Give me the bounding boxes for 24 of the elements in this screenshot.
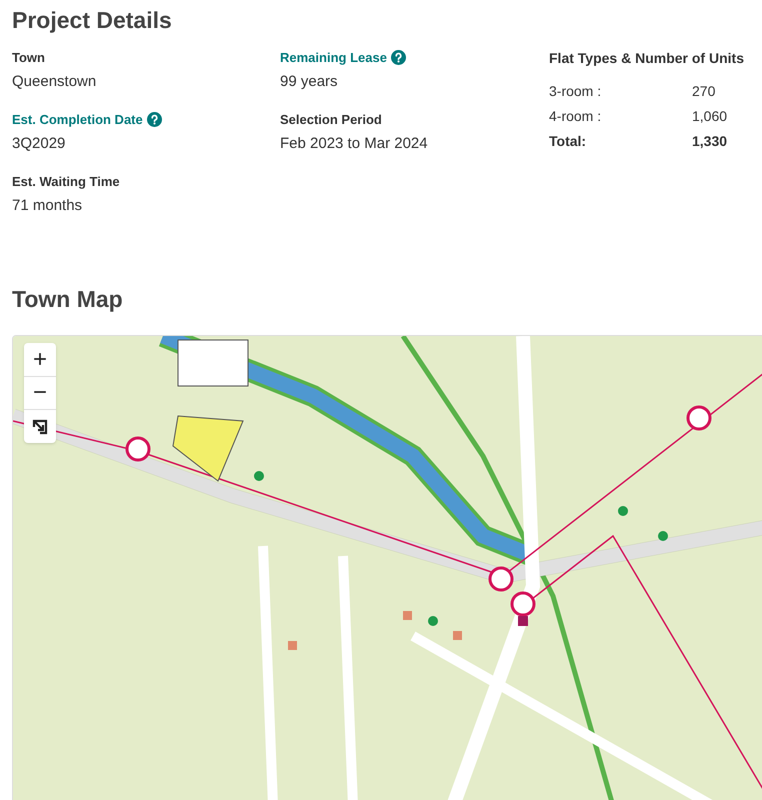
section-title: Town Map (11, 285, 124, 314)
unit-count: 1,060 (692, 107, 728, 126)
field-label: Town (12, 49, 45, 67)
help-icon[interactable] (390, 50, 406, 66)
flat-type: Total: (549, 132, 588, 151)
arrow-icon (31, 418, 49, 436)
zoom-out-button[interactable]: − (24, 376, 56, 409)
unit-count: 270 (692, 82, 716, 101)
field-label: Est. Completion Date (12, 111, 143, 129)
help-icon[interactable] (146, 112, 162, 128)
field-label: Selection Period (280, 111, 382, 129)
unit-count: 1,330 (692, 132, 728, 151)
flat-type: 3-room : (549, 82, 602, 101)
field-label: Flat Types & Number of Units (549, 49, 744, 68)
field-label: Remaining Lease (280, 49, 387, 67)
field-value: Feb 2023 to Mar 2024 (280, 134, 428, 154)
field-value: Queenstown (12, 72, 96, 92)
flat-type: 4-room : (549, 107, 602, 126)
field-value: 71 months (12, 196, 82, 216)
zoom-in-button[interactable]: + (24, 343, 56, 376)
field-value: 3Q2029 (12, 134, 66, 154)
field-label: Est. Waiting Time (12, 173, 120, 191)
field-value: 99 years (280, 72, 338, 92)
section-title: Project Details (11, 6, 173, 35)
